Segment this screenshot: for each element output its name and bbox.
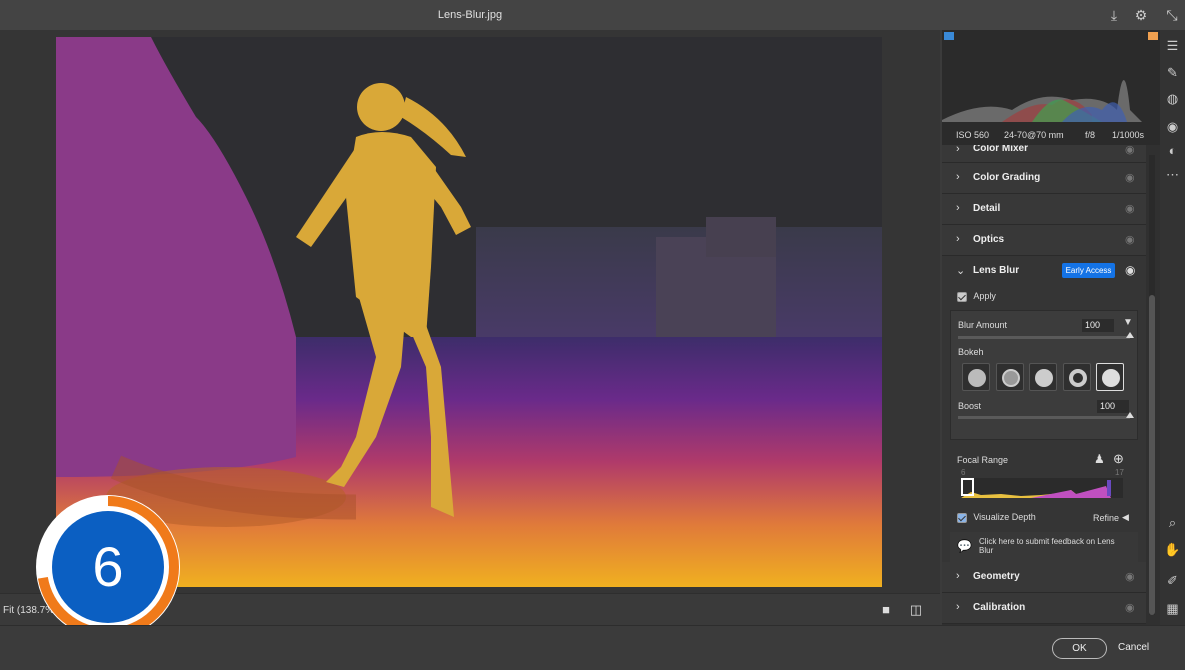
section-color-mixer[interactable]: › Color Mixer ◉ <box>942 145 1146 163</box>
color-sampler-icon[interactable]: ✐ <box>1164 572 1181 589</box>
edit-sliders-icon[interactable]: ☰ <box>1164 37 1181 54</box>
eye-icon: ◉ <box>1125 602 1135 614</box>
blur-settings-box: Blur Amount 100 ▼ Bokeh Boost 100 <box>950 310 1138 440</box>
healing-brush-icon[interactable]: ✎ <box>1164 64 1181 81</box>
histogram: ISO 560 24-70@70 mm f/8 1/1000s <box>942 30 1160 145</box>
focal-max: 17 <box>1115 468 1124 477</box>
eye-icon: ◉ <box>1125 571 1135 583</box>
crosshair-icon[interactable]: ⊕ <box>1113 451 1124 467</box>
early-access-badge: Early Access <box>1062 263 1115 278</box>
dialog-footer: OK Cancel <box>0 625 1185 670</box>
visualize-depth-label: Visualize Depth <box>973 512 1036 522</box>
speech-bubble-icon: 💬 <box>957 539 972 553</box>
refine-label[interactable]: Refine <box>1093 513 1119 523</box>
visualize-depth-checkbox[interactable]: Visualize Depth <box>957 512 1036 526</box>
more-icon[interactable]: ⋯ <box>1164 166 1181 183</box>
scroll-handle[interactable] <box>1149 295 1155 615</box>
grid-icon[interactable]: ▦ <box>1164 600 1181 617</box>
exif-shutter: 1/1000s <box>1112 130 1145 140</box>
edit-panel: ISO 560 24-70@70 mm f/8 1/1000s › Color M… <box>942 30 1160 625</box>
boost-label: Boost <box>958 401 982 411</box>
eye-icon: ◉ <box>1125 172 1135 184</box>
section-optics[interactable]: › Optics ◉ <box>942 225 1146 256</box>
save-icon[interactable]: ⤓ <box>1105 6 1123 24</box>
section-color-grading[interactable]: › Color Grading ◉ <box>942 163 1146 194</box>
eye-icon[interactable]: ◉ <box>1125 263 1135 277</box>
eye-icon: ◉ <box>1125 234 1135 246</box>
boost-input[interactable]: 100 <box>1097 400 1129 413</box>
ok-button[interactable]: OK <box>1052 638 1107 659</box>
bokeh-option-2[interactable] <box>996 363 1024 391</box>
triangle-left-icon[interactable]: ◀ <box>1122 512 1129 523</box>
title-bar: Lens-Blur.jpg ⤓ ⚙ ⤡ <box>0 0 1185 30</box>
bokeh-options <box>962 363 1132 393</box>
bokeh-option-1[interactable] <box>962 363 990 391</box>
exif-info: ISO 560 24-70@70 mm f/8 1/1000s <box>942 128 1160 144</box>
gear-icon[interactable]: ⚙ <box>1132 6 1150 24</box>
chevron-right-icon: › <box>956 202 960 214</box>
tool-rail: ☰ ✎ ◍ ◉ ◐ ⋯ ⌕ ✋ ✐ ▦ <box>1160 30 1185 625</box>
blur-amount-input[interactable]: 100 <box>1082 319 1114 332</box>
chevron-down-icon[interactable]: ⌄ <box>956 264 965 277</box>
focal-min: 6 <box>961 468 966 477</box>
section-detail[interactable]: › Detail ◉ <box>942 194 1146 225</box>
zoom-icon[interactable]: ⌕ <box>1164 514 1181 531</box>
eye-icon: ◉ <box>1125 145 1135 156</box>
exif-iso: ISO 560 <box>956 130 990 140</box>
step-number: 6 <box>92 535 123 598</box>
section-lens-blur: ⌄ Lens Blur Early Access ◉ Apply Blur Am… <box>942 256 1146 566</box>
collapse-icon[interactable]: ⤡ <box>1163 6 1181 24</box>
panel-sections: › Color Mixer ◉ › Color Grading ◉ › Detail ◉ ›… <box>942 145 1146 625</box>
section-calibration[interactable]: › Calibration ◉ <box>942 593 1146 624</box>
file-title: Lens-Blur.jpg <box>437 9 503 21</box>
presets-icon[interactable]: ◐ <box>1164 142 1181 159</box>
focal-range-graph[interactable] <box>961 478 1123 498</box>
single-view-icon[interactable]: ■ <box>878 602 894 618</box>
slider-thumb[interactable] <box>1126 412 1134 418</box>
chevron-right-icon: › <box>956 601 960 613</box>
triangle-down-icon[interactable]: ▼ <box>1123 317 1133 328</box>
masking-icon[interactable]: ◍ <box>1164 90 1181 107</box>
blur-amount-slider[interactable] <box>958 336 1130 339</box>
apply-checkbox[interactable]: Apply <box>957 291 996 305</box>
slider-thumb[interactable] <box>1126 332 1134 338</box>
chevron-right-icon: › <box>956 171 960 183</box>
chevron-right-icon: › <box>956 233 960 245</box>
cancel-button[interactable]: Cancel <box>1118 642 1149 653</box>
bokeh-option-5[interactable] <box>1096 363 1124 391</box>
panel-scrollbar[interactable] <box>1146 145 1158 623</box>
feedback-text: Click here to submit feedback on Lens Bl… <box>979 537 1115 555</box>
eye-icon: ◉ <box>1125 203 1135 215</box>
chevron-right-icon: › <box>956 570 960 582</box>
blur-amount-label: Blur Amount <box>958 320 1008 330</box>
subject-icon[interactable]: ♟ <box>1094 452 1105 466</box>
feedback-link[interactable]: 💬 Click here to submit feedback on Lens … <box>950 532 1138 562</box>
apply-label: Apply <box>973 291 996 301</box>
compare-view-icon[interactable]: ◫ <box>908 602 924 618</box>
focal-range-handle[interactable] <box>961 478 974 496</box>
bokeh-option-4[interactable] <box>1063 363 1091 391</box>
camera-raw-window: Lens-Blur.jpg ⤓ ⚙ ⤡ Fit (138.7%) ■ ◫ 6 I… <box>0 0 1185 670</box>
boost-slider[interactable] <box>958 416 1130 419</box>
section-geometry[interactable]: › Geometry ◉ <box>942 562 1146 593</box>
bokeh-option-3[interactable] <box>1029 363 1057 391</box>
checkbox[interactable] <box>957 292 967 302</box>
step-badge: 6 <box>33 492 183 642</box>
focal-range-label: Focal Range <box>957 455 1009 465</box>
exif-lens: 24-70@70 mm <box>1004 130 1064 140</box>
hand-icon[interactable]: ✋ <box>1164 541 1181 558</box>
lens-blur-title[interactable]: Lens Blur <box>973 265 1019 276</box>
bokeh-label: Bokeh <box>958 347 984 357</box>
checkbox[interactable] <box>957 513 967 523</box>
exif-aperture: f/8 <box>1085 130 1096 140</box>
red-eye-icon[interactable]: ◉ <box>1164 118 1181 135</box>
